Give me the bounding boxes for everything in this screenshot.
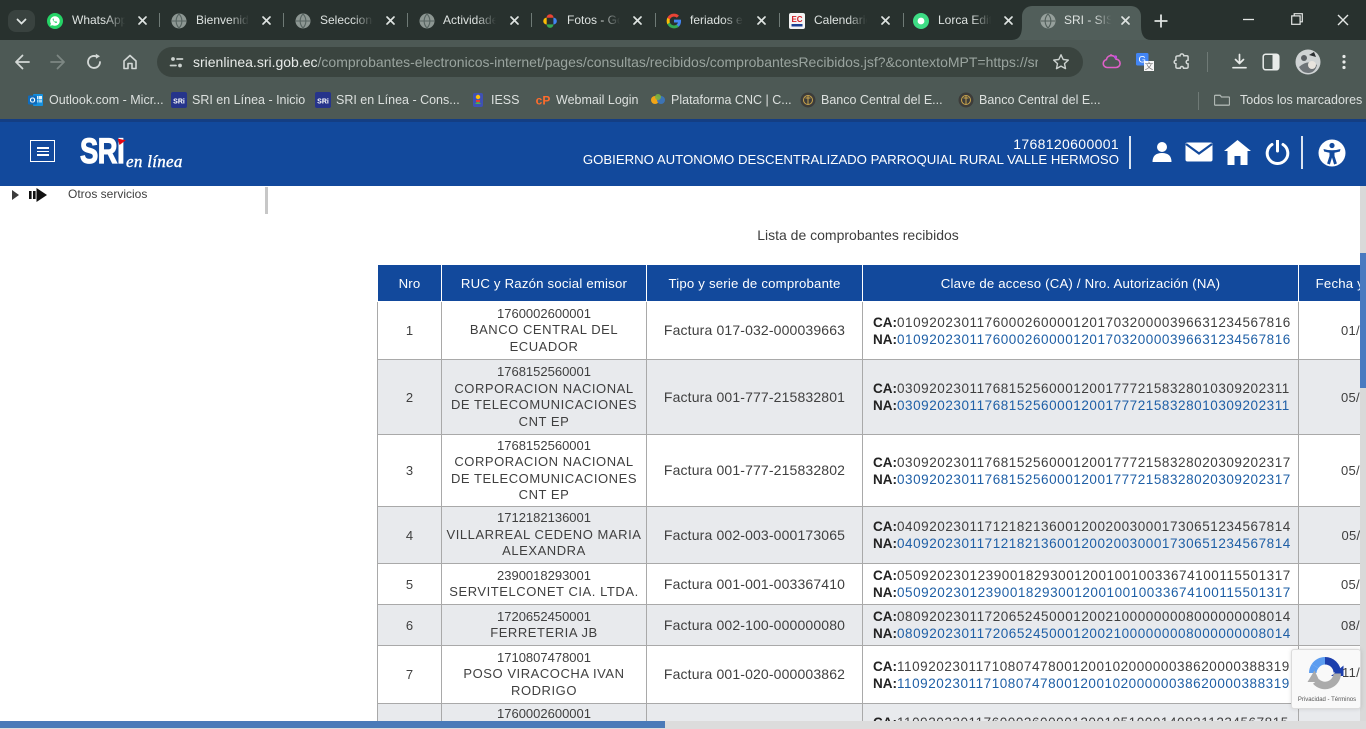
svg-text:cP: cP xyxy=(536,94,551,108)
svg-text:EC: EC xyxy=(791,15,802,24)
svg-text:SRI: SRI xyxy=(80,134,124,171)
svg-text:文: 文 xyxy=(1145,61,1154,71)
svg-text:SRi: SRi xyxy=(173,99,185,106)
svg-text:SRi: SRi xyxy=(317,99,329,106)
svg-text:O: O xyxy=(30,96,36,105)
svg-text:en línea: en línea xyxy=(126,152,183,171)
